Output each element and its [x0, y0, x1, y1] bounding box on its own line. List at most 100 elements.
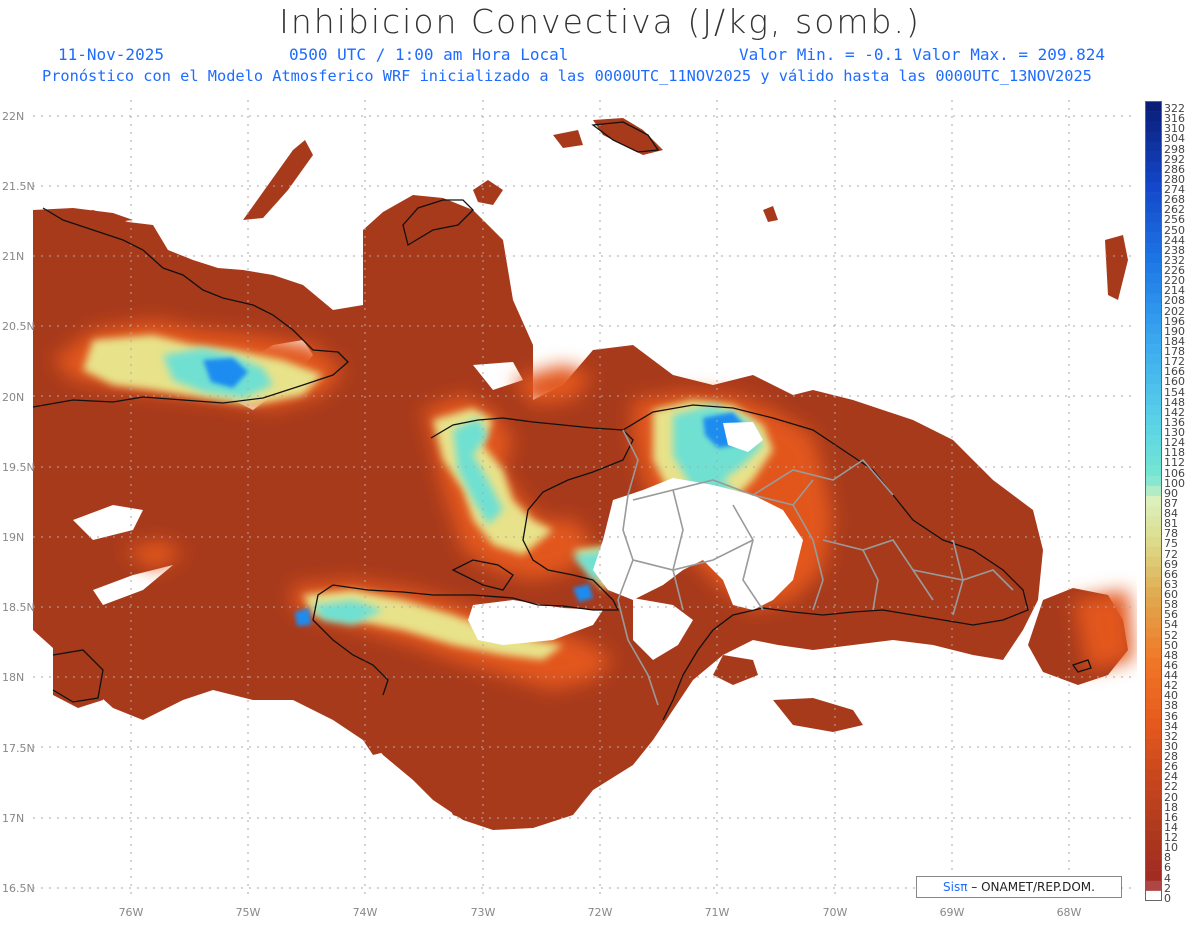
colorbar-swatch: [1145, 101, 1162, 112]
colorbar-swatch: [1145, 850, 1162, 861]
colorbar-swatch: [1145, 637, 1162, 649]
lat-label: 20.5N: [2, 320, 35, 333]
colorbar-swatch: [1145, 830, 1162, 841]
colorbar-swatch: [1145, 435, 1162, 446]
colorbar-swatch: [1145, 708, 1162, 720]
colorbar-swatch: [1145, 414, 1162, 426]
lon-label: 71W: [704, 906, 730, 919]
colorbar-swatch: [1145, 617, 1162, 628]
colorbar-swatch: [1145, 303, 1162, 314]
colorbar-swatch: [1145, 556, 1162, 568]
colorbar-swatch: [1145, 202, 1162, 213]
lat-label: 21N: [2, 250, 25, 263]
colorbar-swatch: [1145, 425, 1162, 436]
lat-label: 17N: [2, 812, 25, 825]
lat-label: 16.5N: [2, 882, 35, 895]
colorbar-swatch: [1145, 323, 1162, 335]
lon-label: 76W: [118, 906, 144, 919]
colorbar-swatch: [1145, 597, 1162, 608]
colorbar-swatch: [1145, 111, 1162, 122]
colorbar-swatch: [1145, 587, 1162, 598]
colorbar-swatch: [1145, 445, 1162, 456]
colorbar-swatch: [1145, 263, 1162, 274]
colorbar-swatch: [1145, 364, 1162, 375]
lat-label: 17.5N: [2, 742, 35, 755]
colorbar-swatch: [1145, 668, 1162, 679]
colorbar-swatch: [1145, 779, 1162, 790]
colorbar-swatch: [1145, 384, 1162, 395]
colorbar-swatch: [1145, 151, 1162, 163]
credit-box: Sisπ – ONAMET/REP.DOM.: [916, 876, 1122, 898]
colorbar-swatch: [1145, 465, 1162, 476]
colorbar-swatch: [1145, 546, 1162, 557]
colorbar-swatch: [1145, 293, 1162, 304]
lat-label: 20N: [2, 391, 25, 404]
colorbar-swatch: [1145, 516, 1162, 527]
colorbar-swatch: [1145, 627, 1162, 639]
colorbar-swatch: [1145, 738, 1162, 750]
lon-label: 72W: [587, 906, 613, 919]
colorbar-swatch: [1145, 455, 1162, 466]
sis-logo: Sisπ: [943, 880, 968, 894]
lon-label: 69W: [939, 906, 965, 919]
lat-label: 21.5N: [2, 180, 35, 193]
colorbar-swatch: [1145, 182, 1162, 193]
colorbar-swatch: [1145, 212, 1162, 223]
lon-label: 70W: [822, 906, 848, 919]
colorbar-swatch: [1145, 161, 1162, 173]
lon-label: 73W: [470, 906, 496, 919]
lat-label: 19.5N: [2, 461, 35, 474]
colorbar-swatch: [1145, 404, 1162, 416]
colorbar-swatch: [1145, 678, 1162, 689]
colorbar-swatch: [1145, 242, 1162, 254]
colorbar-swatch: [1145, 769, 1162, 780]
colorbar-swatch: [1145, 313, 1162, 325]
colorbar-swatch: [1145, 252, 1162, 264]
colorbar-swatch: [1145, 273, 1162, 284]
colorbar-swatch: [1145, 880, 1162, 892]
colorbar-swatch: [1145, 171, 1162, 183]
forecast-description: Pronóstico con el Modelo Atmosferico WRF…: [42, 67, 1092, 85]
lat-label: 18N: [2, 671, 25, 684]
colorbar-swatch: [1145, 890, 1162, 901]
colorbar-swatch: [1145, 121, 1162, 132]
colorbar-swatch: [1145, 283, 1162, 294]
colorbar-swatch: [1145, 749, 1162, 760]
colorbar-level-label: 0: [1164, 891, 1171, 905]
colorbar-swatch: [1145, 131, 1162, 142]
forecast-time: 0500 UTC / 1:00 am Hora Local: [289, 45, 569, 64]
colorbar-swatch: [1145, 344, 1162, 355]
colorbar-swatch: [1145, 819, 1162, 831]
colorbar-swatch: [1145, 718, 1162, 730]
colorbar-swatch: [1145, 688, 1162, 699]
lon-label: 75W: [235, 906, 261, 919]
colorbar-swatch: [1145, 657, 1162, 669]
colorbar-swatch: [1145, 809, 1162, 821]
colorbar-swatch: [1145, 870, 1162, 882]
colorbar-swatch: [1145, 394, 1162, 406]
colorbar-swatch: [1145, 647, 1162, 659]
colorbar-swatch: [1145, 789, 1162, 801]
lat-label: 22N: [2, 110, 25, 123]
colorbar-swatch: [1145, 860, 1162, 871]
colorbar-swatch: [1145, 566, 1162, 578]
colorbar-swatch: [1145, 526, 1162, 537]
colorbar-swatch: [1145, 354, 1162, 365]
map-title: Inhibicion Convectiva (J/kg, somb.): [279, 2, 921, 41]
lon-label: 74W: [352, 906, 378, 919]
colorbar-swatch: [1145, 799, 1162, 811]
colorbar-swatch: [1145, 840, 1162, 851]
colorbar-swatch: [1145, 728, 1162, 740]
colorbar-swatch: [1145, 536, 1162, 547]
colorbar-swatch: [1145, 374, 1162, 385]
colorbar-swatch: [1145, 506, 1162, 517]
colorbar-swatch: [1145, 485, 1162, 497]
colorbar-swatch: [1145, 192, 1162, 203]
colorbar-swatch: [1145, 607, 1162, 618]
colorbar-swatch: [1145, 759, 1162, 770]
cin-map: [33, 100, 1137, 895]
colorbar: [1145, 101, 1162, 901]
colorbar-swatch: [1145, 495, 1162, 507]
colorbar-swatch: [1145, 333, 1162, 345]
min-max-values: Valor Min. = -0.1 Valor Max. = 209.824: [739, 45, 1106, 64]
